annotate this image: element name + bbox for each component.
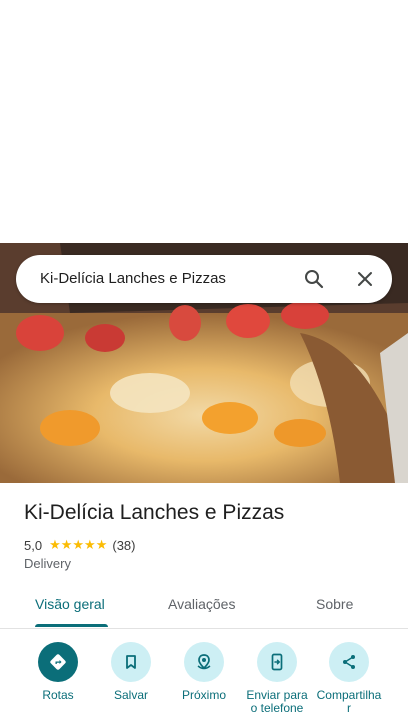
star-rating-icon: ★★★★★ [49, 537, 108, 552]
directions-label: Rotas [42, 688, 74, 702]
send-to-phone-label: Enviar para o telefone [246, 688, 308, 715]
send-to-phone-icon [257, 642, 297, 682]
tab-reviews[interactable]: Avaliações [168, 584, 235, 626]
share-button[interactable]: Compartilhar [311, 640, 387, 715]
send-to-phone-button[interactable]: Enviar para o telefone [239, 640, 315, 715]
nearby-icon [184, 642, 224, 682]
bookmark-icon [111, 642, 151, 682]
search-query[interactable]: Ki-Delícia Lanches e Pizzas [40, 255, 226, 303]
review-count[interactable]: (38) [112, 538, 135, 553]
directions-icon [38, 642, 78, 682]
rating-row[interactable]: 5,0 ★★★★★ (38) [24, 536, 135, 554]
tab-about[interactable]: Sobre [316, 584, 353, 626]
tab-overview[interactable]: Visão geral [35, 584, 105, 626]
search-icon[interactable] [302, 267, 326, 291]
close-icon[interactable] [353, 267, 377, 291]
directions-button[interactable]: Rotas [20, 640, 96, 702]
active-tab-indicator [35, 624, 108, 627]
place-category: Delivery [24, 556, 71, 571]
search-bar[interactable]: Ki-Delícia Lanches e Pizzas [16, 255, 392, 303]
nearby-label: Próximo [181, 688, 226, 702]
share-label: Compartilhar [316, 688, 382, 715]
rating-value: 5,0 [24, 537, 43, 553]
save-button[interactable]: Salvar [93, 640, 169, 702]
save-label: Salvar [113, 688, 148, 702]
action-bar: Rotas Salvar Próximo Enviar para o telef… [0, 640, 408, 726]
nearby-button[interactable]: Próximo [166, 640, 242, 702]
place-name: Ki-Delícia Lanches e Pizzas [24, 501, 285, 524]
share-icon [329, 642, 369, 682]
tab-bar: Visão geral Avaliações Sobre [0, 584, 408, 629]
